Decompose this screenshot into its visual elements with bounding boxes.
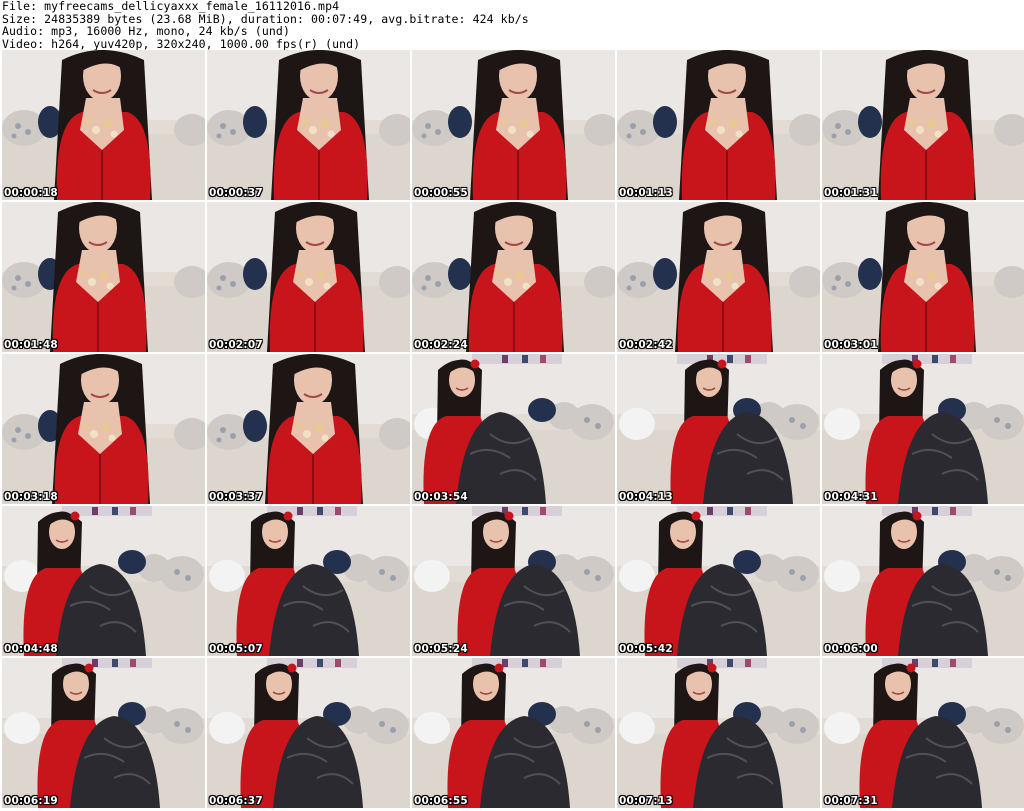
video-thumbnail: 00:00:18 [2,50,205,200]
video-thumbnail: 00:02:24 [412,202,615,352]
thumbnail-timestamp: 00:02:42 [619,339,673,351]
video-thumbnail: 00:05:42 [617,506,820,656]
video-thumbnail: 00:04:48 [2,506,205,656]
video-thumbnail: 00:02:42 [617,202,820,352]
thumbnail-frame-image [822,202,1024,352]
thumbnail-frame-image [2,202,205,352]
audio-info-line: Audio: mp3, 16000 Hz, mono, 24 kb/s (und… [2,24,290,39]
thumbnail-frame-image [617,506,820,656]
video-thumbnail: 00:06:55 [412,658,615,808]
thumbnail-timestamp: 00:00:55 [414,187,468,199]
thumbnail-timestamp: 00:05:07 [209,643,263,655]
thumbnail-frame-image [822,658,1024,808]
thumbnail-frame-image [207,202,410,352]
video-thumbnail: 00:06:37 [207,658,410,808]
video-thumbnail: 00:05:24 [412,506,615,656]
thumbnail-timestamp: 00:06:37 [209,795,263,807]
thumbnail-timestamp: 00:06:55 [414,795,468,807]
thumbnail-timestamp: 00:00:37 [209,187,263,199]
thumbnail-timestamp: 00:01:31 [824,187,878,199]
thumbnail-timestamp: 00:03:37 [209,491,263,503]
video-thumbnail: 00:03:01 [822,202,1024,352]
thumbnail-frame-image [822,354,1024,504]
thumbnail-frame-image [822,506,1024,656]
video-thumbnail: 00:06:19 [2,658,205,808]
video-thumbnail: 00:03:18 [2,354,205,504]
thumbnail-frame-image [412,506,615,656]
thumbnail-timestamp: 00:03:54 [414,491,468,503]
thumbnail-timestamp: 00:05:24 [414,643,468,655]
thumbnail-frame-image [412,354,615,504]
thumbnail-timestamp: 00:07:13 [619,795,673,807]
thumbnail-frame-image [822,50,1024,200]
video-thumbnail: 00:01:48 [2,202,205,352]
thumbnail-frame-image [207,354,410,504]
file-name-line: File: myfreecams_dellicyaxxx_female_1611… [2,0,340,13]
thumbnail-grid: 00:00:18 00:00:37 00:00:55 00:01:13 00:0… [0,50,1024,811]
video-thumbnail: 00:00:37 [207,50,410,200]
thumbnail-frame-image [617,658,820,808]
thumbnail-timestamp: 00:06:00 [824,643,878,655]
thumbnail-frame-image [617,50,820,200]
thumbnail-frame-image [2,50,205,200]
thumbnail-frame-image [2,354,205,504]
thumbnail-timestamp: 00:01:13 [619,187,673,199]
thumbnail-timestamp: 00:03:01 [824,339,878,351]
video-info-line: Video: h264, yuv420p, 320x240, 1000.00 f… [2,36,361,51]
video-thumbnail: 00:07:31 [822,658,1024,808]
thumbnail-timestamp: 00:04:48 [4,643,58,655]
thumbnail-timestamp: 00:04:13 [619,491,673,503]
video-thumbnail: 00:00:55 [412,50,615,200]
video-thumbnail: 00:01:31 [822,50,1024,200]
video-thumbnail: 00:03:37 [207,354,410,504]
thumbnail-timestamp: 00:03:18 [4,491,58,503]
thumbnail-frame-image [207,50,410,200]
thumbnail-frame-image [2,658,205,808]
video-thumbnail: 00:04:31 [822,354,1024,504]
video-thumbnail: 00:02:07 [207,202,410,352]
thumbnail-timestamp: 00:06:19 [4,795,58,807]
video-thumbnail: 00:05:07 [207,506,410,656]
video-thumbnail: 00:06:00 [822,506,1024,656]
thumbnail-frame-image [207,506,410,656]
video-thumbnail: 00:01:13 [617,50,820,200]
thumbnail-timestamp: 00:00:18 [4,187,58,199]
thumbnail-timestamp: 00:02:07 [209,339,263,351]
thumbnail-timestamp: 00:07:31 [824,795,878,807]
thumbnail-frame-image [412,50,615,200]
video-thumbnail: 00:04:13 [617,354,820,504]
thumbnail-frame-image [207,658,410,808]
file-info-header: File: myfreecams_dellicyaxxx_female_1611… [2,0,1022,50]
thumbnail-timestamp: 00:02:24 [414,339,468,351]
thumbnail-frame-image [617,202,820,352]
thumbnail-frame-image [412,658,615,808]
thumbnail-frame-image [2,506,205,656]
video-thumbnail: 00:03:54 [412,354,615,504]
thumbnail-frame-image [412,202,615,352]
thumbnail-frame-image [617,354,820,504]
thumbnail-timestamp: 00:04:31 [824,491,878,503]
video-thumbnail: 00:07:13 [617,658,820,808]
thumbnail-timestamp: 00:01:48 [4,339,58,351]
thumbnail-timestamp: 00:05:42 [619,643,673,655]
